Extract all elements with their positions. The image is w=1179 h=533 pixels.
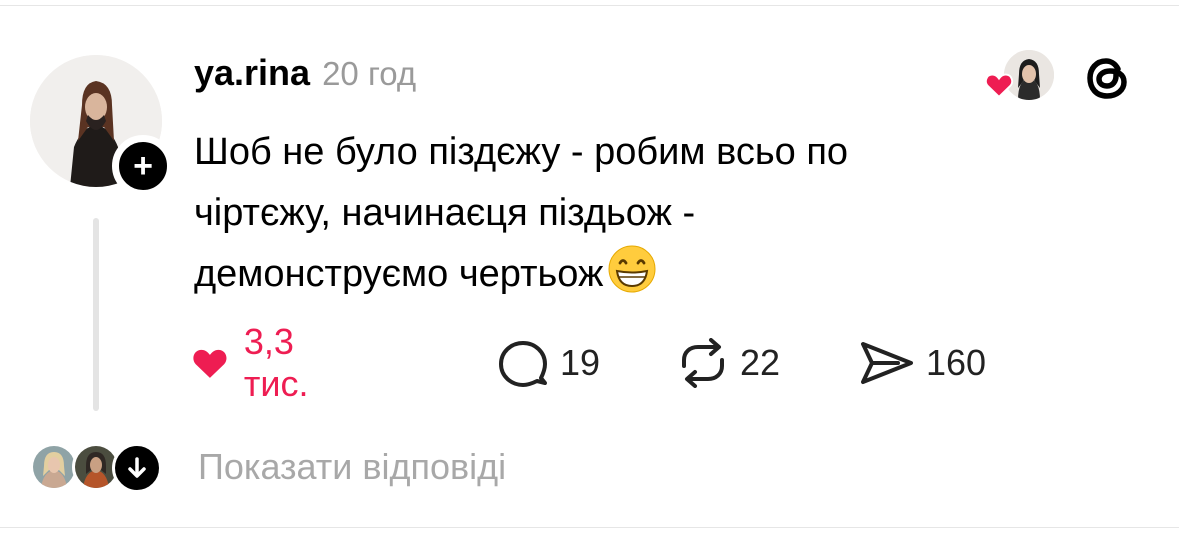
follow-button[interactable]: + xyxy=(112,135,174,197)
grinning-face-emoji xyxy=(608,245,656,293)
post-body: Шоб не було піздєжу - робим всьо по чірт… xyxy=(194,122,1044,305)
threads-logo-icon[interactable] xyxy=(1082,52,1134,104)
top-divider xyxy=(0,5,1179,6)
comment-bubble-icon xyxy=(499,341,547,387)
share-count: 160 xyxy=(926,342,987,383)
comment-button[interactable]: 19 xyxy=(496,335,600,391)
arrow-down-icon xyxy=(128,457,146,478)
repost-count: 22 xyxy=(740,342,781,383)
username-link[interactable]: ya.rina xyxy=(194,52,310,94)
thread-line xyxy=(93,218,99,411)
paper-plane-icon xyxy=(861,342,913,384)
post-text-line: Шоб не було піздєжу - робим всьо по xyxy=(194,131,849,173)
expand-replies-button[interactable] xyxy=(112,443,162,493)
share-button[interactable]: 160 xyxy=(858,335,986,391)
reply-avatar xyxy=(30,443,78,491)
post-text-line-content: демонструємо чертьож xyxy=(194,253,604,295)
comment-count: 19 xyxy=(560,342,601,383)
liked-by-indicator[interactable] xyxy=(984,50,1058,100)
post-text-line: демонструємо чертьож xyxy=(194,244,1044,305)
show-replies-link[interactable]: Показати відповіді xyxy=(198,446,506,488)
like-count: 3,3 тис. xyxy=(243,321,309,404)
heart-icon xyxy=(193,349,227,378)
like-button[interactable]: 3,3 тис. xyxy=(192,321,327,404)
post-header: ya.rina 20 год xyxy=(194,52,416,100)
post-timestamp: 20 год xyxy=(322,55,417,92)
post-text-line: чіртєжу, начинаєця піздьож - xyxy=(194,192,696,234)
bottom-divider xyxy=(0,527,1179,528)
plus-icon: + xyxy=(133,147,153,185)
repost-button[interactable]: 22 xyxy=(676,335,780,391)
liker-heart-icon xyxy=(984,73,1014,98)
repost-icon xyxy=(682,338,724,388)
